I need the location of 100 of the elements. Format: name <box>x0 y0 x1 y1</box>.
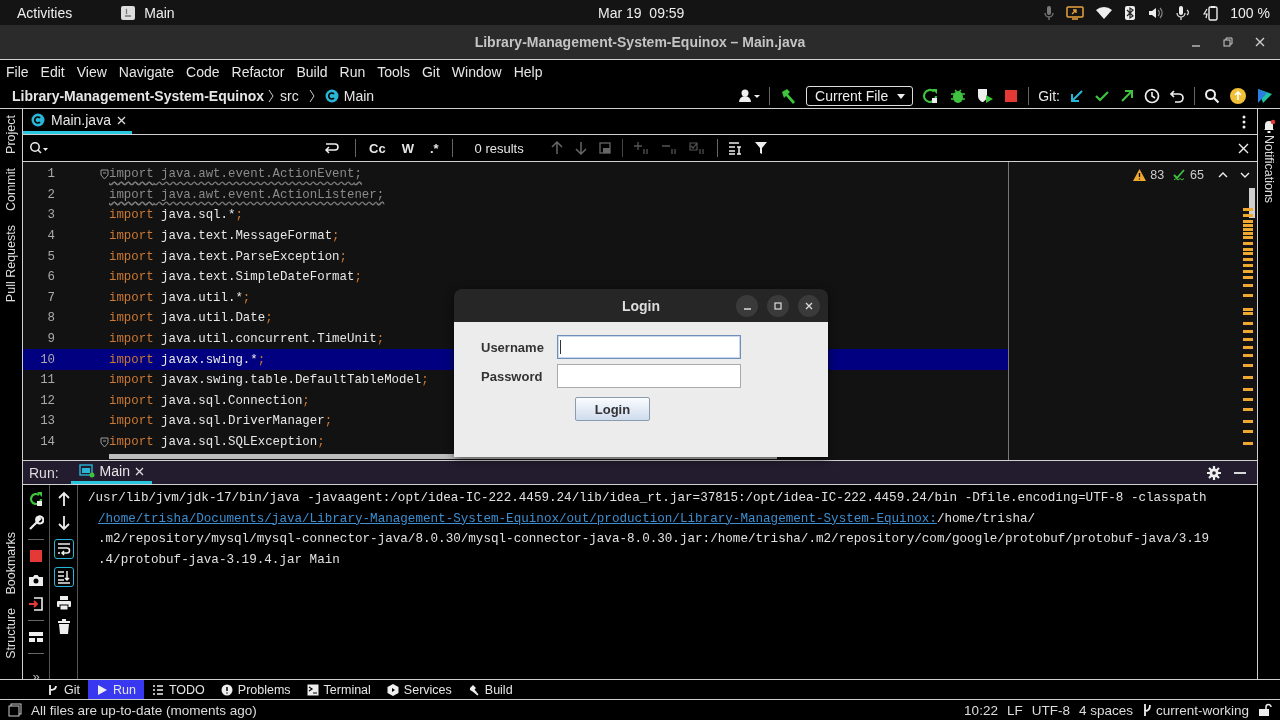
bug-icon[interactable] <box>949 87 968 105</box>
more-icon[interactable] <box>1241 113 1247 130</box>
indent-setting[interactable]: 4 spaces <box>1078 702 1133 718</box>
app-name[interactable]: Main <box>144 4 175 21</box>
menu-item[interactable]: Git <box>421 64 440 80</box>
tool-window-tab[interactable]: Build <box>459 680 521 699</box>
menu-item[interactable]: Tools <box>377 64 410 80</box>
camera-icon[interactable] <box>28 572 44 588</box>
bell-icon[interactable] <box>1262 119 1276 133</box>
rerun-icon[interactable] <box>28 491 44 507</box>
down-arrow-icon[interactable] <box>55 515 72 531</box>
search-icon[interactable] <box>1204 88 1220 104</box>
search-option-toggle[interactable]: Cc <box>366 138 389 158</box>
select-all-icon[interactable] <box>597 141 612 155</box>
editor-tab[interactable]: Main.java <box>23 109 132 134</box>
chevron-down-icon[interactable] <box>1240 171 1250 179</box>
soft-wrap-toggle[interactable] <box>53 539 74 559</box>
tool-window-button[interactable]: Notifications <box>1262 135 1276 204</box>
menu-item[interactable]: Refactor <box>231 64 285 80</box>
tool-window-tab[interactable]: Services <box>378 680 460 699</box>
branch-icon[interactable] <box>1141 703 1152 717</box>
close-button[interactable] <box>798 294 820 317</box>
restore-icon[interactable] <box>1222 36 1234 48</box>
user-icon[interactable] <box>738 88 761 104</box>
breadcrumb-folder[interactable]: src <box>280 88 299 104</box>
input-field[interactable] <box>557 335 741 359</box>
menu-item[interactable]: Edit <box>40 64 65 80</box>
scroll-to-end-toggle[interactable] <box>53 567 74 587</box>
tool-window-button[interactable]: Pull Requests <box>4 224 18 303</box>
file-encoding[interactable]: UTF-8 <box>1031 702 1070 718</box>
tool-window-button[interactable]: Commit <box>4 167 18 211</box>
history-icon[interactable] <box>1144 88 1160 104</box>
lock-icon[interactable] <box>1258 703 1272 717</box>
warning-icon[interactable] <box>1133 169 1147 181</box>
battery-icon[interactable] <box>1203 4 1220 21</box>
wrench-icon[interactable] <box>28 515 44 531</box>
tool-window-tab[interactable]: Git <box>39 680 88 699</box>
close-icon[interactable] <box>1254 36 1266 48</box>
undo-icon[interactable] <box>1169 88 1185 104</box>
close-icon[interactable] <box>134 466 144 476</box>
print-icon[interactable] <box>55 595 72 611</box>
tool-window-tab[interactable]: Terminal <box>298 680 379 699</box>
stop-icon[interactable] <box>1003 88 1020 104</box>
line-separator[interactable]: LF <box>1006 702 1023 718</box>
weak-warning-count[interactable]: 65 <box>1190 168 1204 182</box>
toggle-panels-icon[interactable] <box>8 703 22 717</box>
close-icon[interactable] <box>116 115 126 125</box>
chevron-up-icon[interactable] <box>1218 171 1228 179</box>
list-icon[interactable] <box>727 141 744 155</box>
wifi-icon[interactable] <box>1095 4 1114 21</box>
menu-item[interactable]: Build <box>296 64 328 80</box>
push-arrow-icon[interactable] <box>1119 88 1135 104</box>
minimize-button[interactable] <box>736 294 758 317</box>
menu-item[interactable]: Navigate <box>118 64 175 80</box>
login-button[interactable]: Login <box>575 397 650 421</box>
trash-icon[interactable] <box>55 619 72 635</box>
warning-count[interactable]: 83 <box>1150 168 1165 182</box>
update-arrow-icon[interactable] <box>1069 88 1085 104</box>
breadcrumb-project[interactable]: Library-Management-System-Equinox <box>12 88 265 104</box>
run-configuration-dropdown[interactable]: Current File <box>806 86 914 106</box>
layout-icon[interactable] <box>28 629 44 645</box>
tool-window-tab[interactable]: Problems <box>212 680 299 699</box>
app-icon[interactable] <box>120 4 137 21</box>
bluetooth-icon[interactable] <box>1124 4 1137 21</box>
tool-window-button[interactable]: Project <box>4 115 18 154</box>
input-field[interactable] <box>557 364 741 388</box>
tool-window-tab[interactable]: Run <box>88 680 144 699</box>
console-link[interactable]: /home/trisha/Documents/java/Library-Management-System-Equinox/out/production/Library-Management-System-Equinox: <box>98 511 937 526</box>
screen-share-icon[interactable] <box>1066 4 1085 21</box>
exit-icon[interactable] <box>28 596 44 612</box>
coverage-icon[interactable] <box>976 87 995 105</box>
check-icon[interactable] <box>1094 88 1110 104</box>
fold-marker-icon[interactable] <box>100 168 109 180</box>
tool-window-button[interactable]: Bookmarks <box>4 531 18 595</box>
menu-item[interactable]: Help <box>513 64 543 80</box>
tool-window-tab[interactable]: TODO <box>143 680 213 699</box>
activities-button[interactable]: Activities <box>17 4 73 21</box>
wrap-icon[interactable] <box>323 141 339 155</box>
caret-position[interactable]: 10:22 <box>964 702 998 718</box>
git-branch[interactable]: current-working <box>1155 702 1249 718</box>
settings-icon[interactable] <box>1207 465 1221 480</box>
menu-item[interactable]: Code <box>186 64 220 80</box>
menu-item[interactable]: File <box>6 64 29 80</box>
battery-percent[interactable]: 100 % <box>1230 4 1270 21</box>
fold-marker-icon[interactable] <box>100 436 109 448</box>
search-option-toggle[interactable]: .* <box>426 138 442 158</box>
clock[interactable]: Mar 19 09:59 <box>598 4 685 21</box>
menu-item[interactable]: Window <box>451 64 502 80</box>
menu-item[interactable]: View <box>76 64 107 80</box>
menu-item[interactable]: Run <box>339 64 366 80</box>
process-tab[interactable]: Main <box>70 461 152 484</box>
tool-window-button[interactable]: Structure <box>4 608 18 659</box>
weak-warning-icon[interactable] <box>1173 169 1187 181</box>
update-icon[interactable] <box>1229 87 1247 105</box>
ide-logo-icon[interactable] <box>1256 87 1274 105</box>
maximize-button[interactable] <box>767 294 789 317</box>
search-option-toggle[interactable]: W <box>398 138 417 158</box>
breadcrumb-file[interactable]: Main <box>343 88 375 104</box>
filter-icon[interactable] <box>753 141 768 155</box>
stop-icon[interactable] <box>28 548 44 564</box>
